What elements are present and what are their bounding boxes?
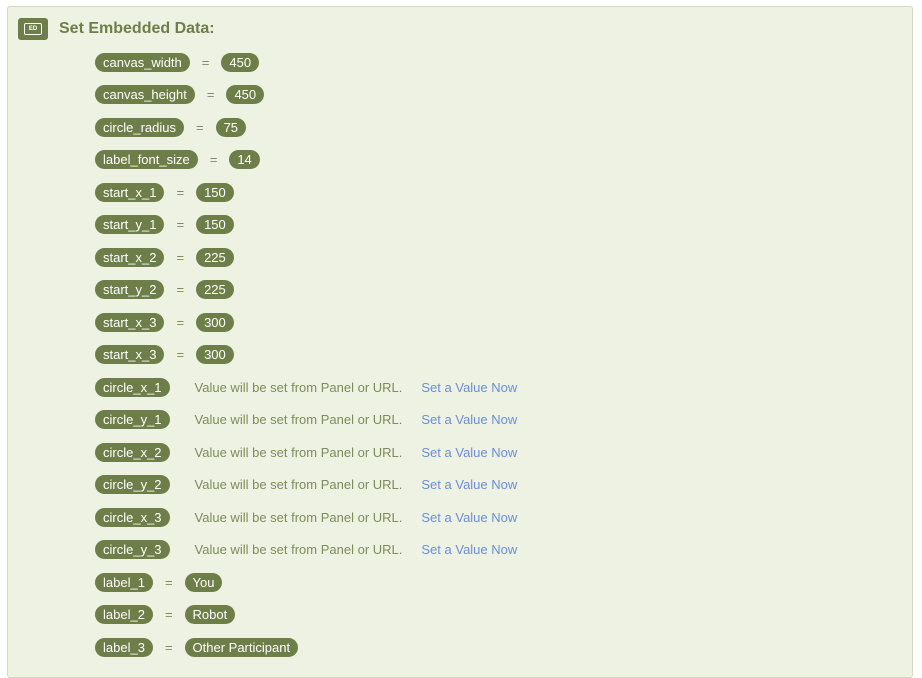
field-row: start_x_3 = 300: [95, 312, 234, 332]
field-name-pill[interactable]: circle_y_3: [95, 540, 170, 559]
field-row: start_x_3 = 300: [95, 345, 234, 365]
set-value-now-link[interactable]: Set a Value Now: [421, 477, 517, 492]
field-value-pill[interactable]: 450: [226, 85, 265, 104]
field-row-unset: circle_x_3 Value will be set from Panel …: [95, 507, 517, 527]
field-name-pill[interactable]: circle_radius: [95, 117, 184, 137]
field-name-pill[interactable]: canvas_width: [95, 52, 190, 72]
field-name-pill[interactable]: start_x_2: [95, 247, 165, 267]
equals-sign: =: [176, 184, 185, 200]
field-value-pill[interactable]: 150: [196, 215, 234, 234]
field-value-pill[interactable]: 75: [215, 117, 247, 137]
unset-value-text: Value will be set from Panel or URL.: [194, 379, 403, 395]
equals-sign: =: [164, 607, 173, 622]
field-name-pill[interactable]: circle_x_1: [95, 377, 170, 397]
equals-sign: =: [176, 217, 185, 232]
unset-value-text: Value will be set from Panel or URL.: [194, 542, 403, 557]
set-value-now-link[interactable]: Set a Value Now: [421, 510, 517, 525]
field-name-pill[interactable]: start_x_3: [95, 345, 165, 364]
field-name-pill[interactable]: circle_x_2: [95, 442, 170, 462]
field-value-pill[interactable]: Robot: [184, 605, 236, 624]
ed-badge-label: ED: [24, 23, 42, 35]
equals-sign: =: [201, 54, 210, 70]
field-name-pill[interactable]: start_x_1: [95, 182, 165, 202]
field-row: canvas_width = 450: [95, 52, 260, 72]
panel-header: ED Set Embedded Data:: [18, 18, 215, 40]
field-name-pill[interactable]: circle_y_2: [95, 475, 170, 494]
field-name-pill[interactable]: start_x_3: [95, 312, 165, 332]
equals-sign: =: [176, 249, 185, 265]
equals-sign: =: [164, 574, 173, 590]
field-row: label_font_size = 14: [95, 150, 260, 170]
field-row: start_x_1 = 150: [95, 182, 234, 202]
field-value-pill[interactable]: 150: [196, 182, 234, 202]
set-value-now-link[interactable]: Set a Value Now: [421, 445, 517, 460]
unset-value-text: Value will be set from Panel or URL.: [194, 444, 403, 460]
field-name-pill[interactable]: start_y_1: [95, 215, 165, 234]
equals-sign: =: [176, 347, 185, 362]
field-name-pill[interactable]: start_y_2: [95, 280, 165, 299]
field-value-pill[interactable]: 225: [196, 247, 234, 267]
field-row-unset: circle_y_1 Value will be set from Panel …: [95, 410, 517, 430]
field-name-pill[interactable]: circle_y_1: [95, 410, 170, 429]
field-row: start_y_2 = 225: [95, 280, 234, 300]
field-name-pill[interactable]: label_1: [95, 572, 153, 592]
field-name-pill[interactable]: label_3: [95, 637, 153, 657]
equals-sign: =: [206, 87, 215, 102]
field-name-pill[interactable]: canvas_height: [95, 85, 195, 104]
embedded-data-panel: ED Set Embedded Data: canvas_width = 450…: [7, 6, 913, 678]
set-value-now-link[interactable]: Set a Value Now: [421, 542, 517, 557]
field-row: circle_radius = 75: [95, 117, 247, 137]
field-value-pill[interactable]: 225: [196, 280, 234, 299]
unset-value-text: Value will be set from Panel or URL.: [194, 477, 403, 492]
equals-sign: =: [209, 152, 218, 167]
field-name-pill[interactable]: label_2: [95, 605, 153, 624]
field-value-pill[interactable]: 14: [229, 150, 260, 169]
set-value-now-link[interactable]: Set a Value Now: [421, 412, 517, 427]
field-row-unset: circle_y_2 Value will be set from Panel …: [95, 475, 517, 495]
field-row: label_1 = You: [95, 572, 223, 592]
field-value-pill[interactable]: 300: [196, 345, 234, 364]
equals-sign: =: [176, 282, 185, 297]
field-row-unset: circle_y_3 Value will be set from Panel …: [95, 540, 517, 560]
panel-title: Set Embedded Data:: [59, 20, 215, 37]
equals-sign: =: [176, 314, 185, 330]
field-row: start_x_2 = 225: [95, 247, 234, 267]
set-value-now-link[interactable]: Set a Value Now: [421, 380, 517, 395]
field-value-pill[interactable]: 450: [221, 52, 260, 72]
field-value-pill[interactable]: You: [184, 572, 223, 592]
field-row-unset: circle_x_1 Value will be set from Panel …: [95, 377, 517, 397]
field-name-pill[interactable]: label_font_size: [95, 150, 198, 169]
unset-value-text: Value will be set from Panel or URL.: [194, 509, 403, 525]
equals-sign: =: [195, 119, 204, 135]
unset-value-text: Value will be set from Panel or URL.: [194, 412, 403, 427]
field-value-pill[interactable]: 300: [196, 312, 234, 332]
embedded-data-icon[interactable]: ED: [18, 18, 48, 40]
field-row: label_2 = Robot: [95, 605, 236, 625]
field-name-pill[interactable]: circle_x_3: [95, 507, 170, 527]
field-value-pill[interactable]: Other Participant: [184, 637, 299, 657]
equals-sign: =: [164, 639, 173, 655]
field-row: canvas_height = 450: [95, 85, 265, 105]
field-row: label_3 = Other Participant: [95, 637, 299, 657]
field-row-unset: circle_x_2 Value will be set from Panel …: [95, 442, 517, 462]
field-row: start_y_1 = 150: [95, 215, 234, 235]
